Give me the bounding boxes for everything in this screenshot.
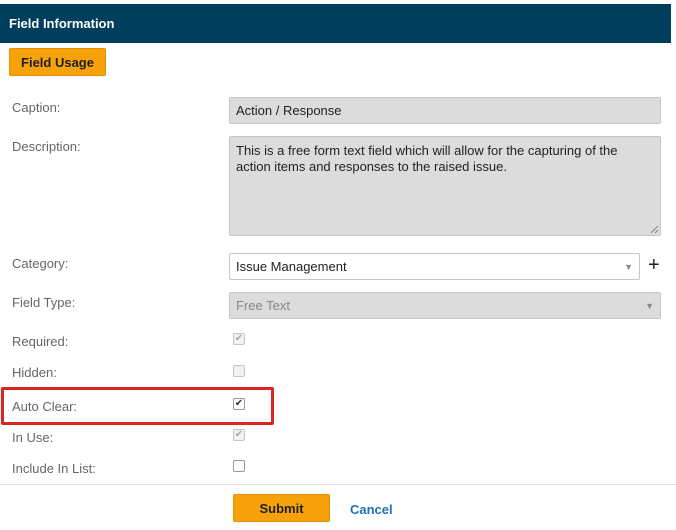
hidden-checkbox[interactable] (233, 365, 245, 377)
resize-grip-icon[interactable] (650, 225, 659, 234)
add-category-icon[interactable]: + (648, 255, 660, 275)
category-select[interactable]: Issue Management ▼ (229, 253, 640, 280)
chevron-down-icon: ▼ (645, 301, 654, 311)
category-label: Category: (12, 256, 69, 271)
auto-clear-checkbox[interactable]: ✔ (233, 398, 245, 410)
panel-header: Field Information (0, 4, 671, 43)
description-field[interactable]: This is a free form text field which wil… (229, 136, 661, 236)
required-label: Required: (12, 334, 69, 349)
field-type-value: Free Text (236, 298, 290, 313)
caption-label: Caption: (12, 100, 61, 115)
description-text: This is a free form text field which wil… (236, 143, 618, 174)
auto-clear-label: Auto Clear: (12, 399, 78, 414)
cancel-link[interactable]: Cancel (350, 502, 393, 517)
include-in-list-label: Include In List: (12, 461, 96, 476)
category-value: Issue Management (236, 259, 347, 274)
field-usage-button[interactable]: Field Usage (9, 48, 106, 76)
caption-field[interactable]: Action / Response (229, 97, 661, 124)
include-in-list-checkbox[interactable] (233, 460, 245, 472)
submit-button[interactable]: Submit (233, 494, 330, 522)
field-type-select[interactable]: Free Text ▼ (229, 292, 661, 319)
in-use-label: In Use: (12, 430, 54, 445)
panel-title: Field Information (9, 16, 115, 31)
field-type-label: Field Type: (12, 295, 76, 310)
required-checkbox[interactable]: ✔ (233, 333, 245, 345)
footer-divider (0, 484, 676, 485)
in-use-checkbox[interactable]: ✔ (233, 429, 245, 441)
chevron-down-icon: ▼ (624, 262, 633, 272)
description-label: Description: (12, 139, 81, 154)
hidden-label: Hidden: (12, 365, 57, 380)
